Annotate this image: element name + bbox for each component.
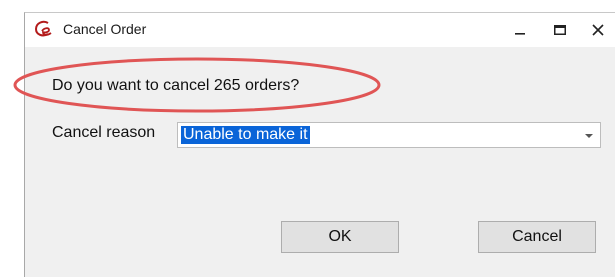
app-logo-icon bbox=[34, 20, 52, 37]
cancel-reason-label: Cancel reason bbox=[52, 124, 156, 141]
minimize-icon bbox=[515, 33, 525, 35]
confirmation-question: Do you want to cancel 265 orders? bbox=[52, 77, 300, 94]
cancel-reason-value: Unable to make it bbox=[181, 126, 310, 144]
cancel-button[interactable]: Cancel bbox=[478, 221, 596, 253]
close-button[interactable] bbox=[578, 13, 615, 47]
ok-button[interactable]: OK bbox=[281, 221, 399, 253]
cancel-reason-select[interactable]: Unable to make it bbox=[177, 122, 601, 148]
maximize-icon bbox=[554, 25, 566, 35]
title-bar[interactable]: Cancel Order bbox=[25, 13, 615, 47]
minimize-button[interactable] bbox=[500, 13, 540, 47]
close-icon bbox=[592, 24, 604, 36]
cancel-order-dialog: Cancel Order Do you want to cancel 265 o… bbox=[13, 12, 615, 277]
maximize-button[interactable] bbox=[540, 13, 580, 47]
chevron-down-icon[interactable] bbox=[584, 132, 594, 140]
window-title: Cancel Order bbox=[63, 21, 147, 37]
